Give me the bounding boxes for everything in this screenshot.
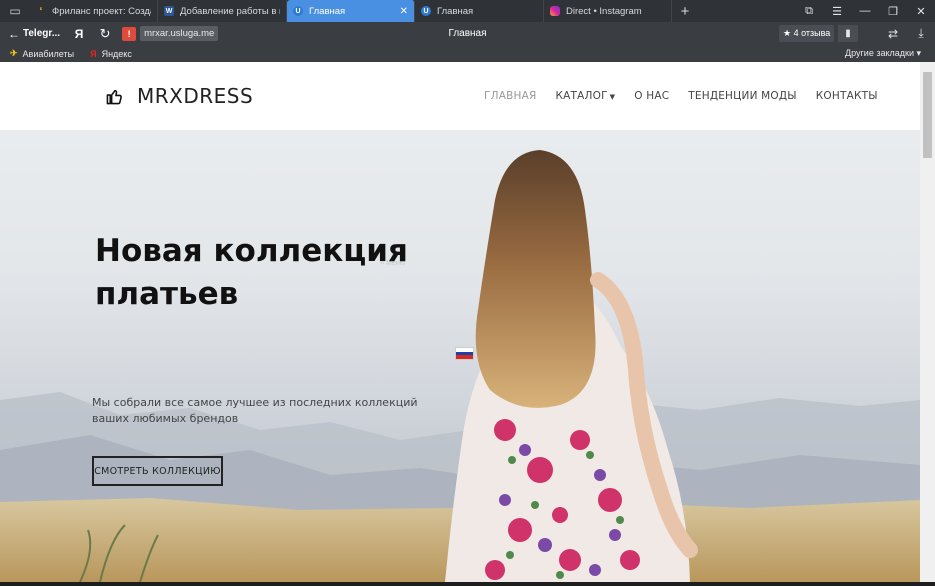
back-label: Telegr...: [23, 28, 61, 39]
url-text[interactable]: mrxar.usluga.me: [140, 26, 219, 41]
tab-portfolio[interactable]: W Добавление работы в пор: [158, 0, 287, 22]
bookmark-aviabilety[interactable]: ✈ Авиабилеты: [10, 48, 74, 59]
nav-contacts[interactable]: КОНТАКТЫ: [816, 90, 878, 102]
new-tab-button[interactable]: +: [672, 0, 698, 22]
scrollbar-thumb[interactable]: [923, 72, 932, 158]
reviews-badge[interactable]: ★ 4 отзыва: [779, 25, 835, 42]
download-icon[interactable]: ⤓: [907, 22, 935, 45]
bookmark-icon[interactable]: ▮: [838, 25, 858, 42]
yandex-icon: Я: [90, 48, 97, 59]
u-icon: U: [421, 6, 431, 16]
collections-icon[interactable]: ⧉: [795, 0, 823, 22]
nav-about[interactable]: О НАС: [634, 90, 669, 102]
tab-label: Direct • Instagram: [566, 5, 642, 17]
bookmarks-bar: ✈ Авиабилеты Я Яндекс Другие закладки ▾: [0, 45, 935, 62]
tab-freelance[interactable]: ʻ Фриланс проект: Создать: [30, 0, 158, 22]
nav-catalog[interactable]: КАТАЛОГ ▼: [555, 90, 615, 102]
site-header: MRXDRESS ГЛАВНАЯ КАТАЛОГ ▼ О НАС ТЕНДЕНЦИ…: [0, 62, 920, 130]
u-icon: U: [293, 6, 303, 16]
warning-icon[interactable]: !: [122, 26, 137, 41]
address-bar: ← Telegr... Я ↻ ! mrxar.usluga.me Главна…: [0, 22, 935, 45]
tab-label: Главная: [437, 5, 474, 17]
hero-title: Новая коллекция платьев: [95, 233, 408, 312]
main-nav: ГЛАВНАЯ КАТАЛОГ ▼ О НАС ТЕНДЕНЦИИ МОДЫ КО…: [484, 90, 897, 102]
page-scrollbar[interactable]: [920, 62, 935, 582]
window-controls: ⧉ ☰ — ❐ ✕: [795, 0, 935, 22]
russian-flag-icon[interactable]: [455, 347, 474, 360]
caret-down-icon: ▼: [609, 93, 616, 101]
minimize-icon[interactable]: —: [851, 0, 879, 22]
hero-section: ≡ Меню Новая коллекция платьев Мы собрал…: [0, 130, 920, 582]
restore-icon[interactable]: ❐: [879, 0, 907, 22]
bookmark-yandex[interactable]: Я Яндекс: [90, 49, 132, 59]
hero-subtitle: Мы собрали все самое лучшее из последних…: [92, 396, 418, 425]
tab-bar: ▭ ʻ Фриланс проект: Создать W Добавление…: [0, 0, 935, 22]
logo-text: MRXDRESS: [137, 84, 254, 108]
back-arrow-icon: ←: [8, 26, 20, 41]
thumbs-up-icon: [106, 89, 122, 104]
close-tab-icon[interactable]: ✕: [400, 6, 408, 17]
tabs-menu-icon[interactable]: ▭: [0, 0, 30, 22]
window-bottom-edge: [0, 582, 935, 586]
tab-label: Главная: [309, 5, 346, 17]
nav-trends[interactable]: ТЕНДЕНЦИИ МОДЫ: [688, 90, 796, 102]
close-window-icon[interactable]: ✕: [907, 0, 935, 22]
reload-icon[interactable]: ↻: [92, 22, 118, 45]
w-icon: W: [164, 6, 174, 16]
plane-icon: ✈: [10, 48, 18, 58]
tab-instagram[interactable]: Direct • Instagram: [544, 0, 672, 22]
menu-icon[interactable]: ☰: [823, 0, 851, 22]
toolbar-right: ⇄ ⤓: [879, 22, 935, 45]
bookmark-label: Авиабилеты: [22, 48, 75, 59]
translate-icon[interactable]: ⇄: [879, 22, 907, 45]
tab-label: Добавление работы в пор: [180, 5, 280, 17]
yandex-button[interactable]: Я: [66, 22, 92, 45]
tab-label: Фриланс проект: Создать: [52, 5, 151, 17]
yandex-freelance-icon: ʻ: [39, 5, 43, 17]
view-collection-button[interactable]: СМОТРЕТЬ КОЛЛЕКЦИЮ: [92, 456, 223, 486]
tab-main-active[interactable]: U Главная ✕: [287, 0, 415, 22]
bookmark-label: Яндекс: [101, 48, 132, 59]
page-viewport: MRXDRESS ГЛАВНАЯ КАТАЛОГ ▼ О НАС ТЕНДЕНЦИ…: [0, 62, 920, 582]
other-bookmarks[interactable]: Другие закладки ▾: [845, 45, 921, 62]
nav-home[interactable]: ГЛАВНАЯ: [484, 90, 536, 102]
url-field[interactable]: ! mrxar.usluga.me: [122, 25, 219, 42]
tab-main[interactable]: U Главная: [415, 0, 544, 22]
instagram-icon: [550, 6, 560, 16]
back-button[interactable]: ← Telegr...: [0, 22, 66, 45]
nav-catalog-label: КАТАЛОГ: [555, 90, 608, 102]
logo[interactable]: MRXDRESS: [106, 84, 253, 108]
